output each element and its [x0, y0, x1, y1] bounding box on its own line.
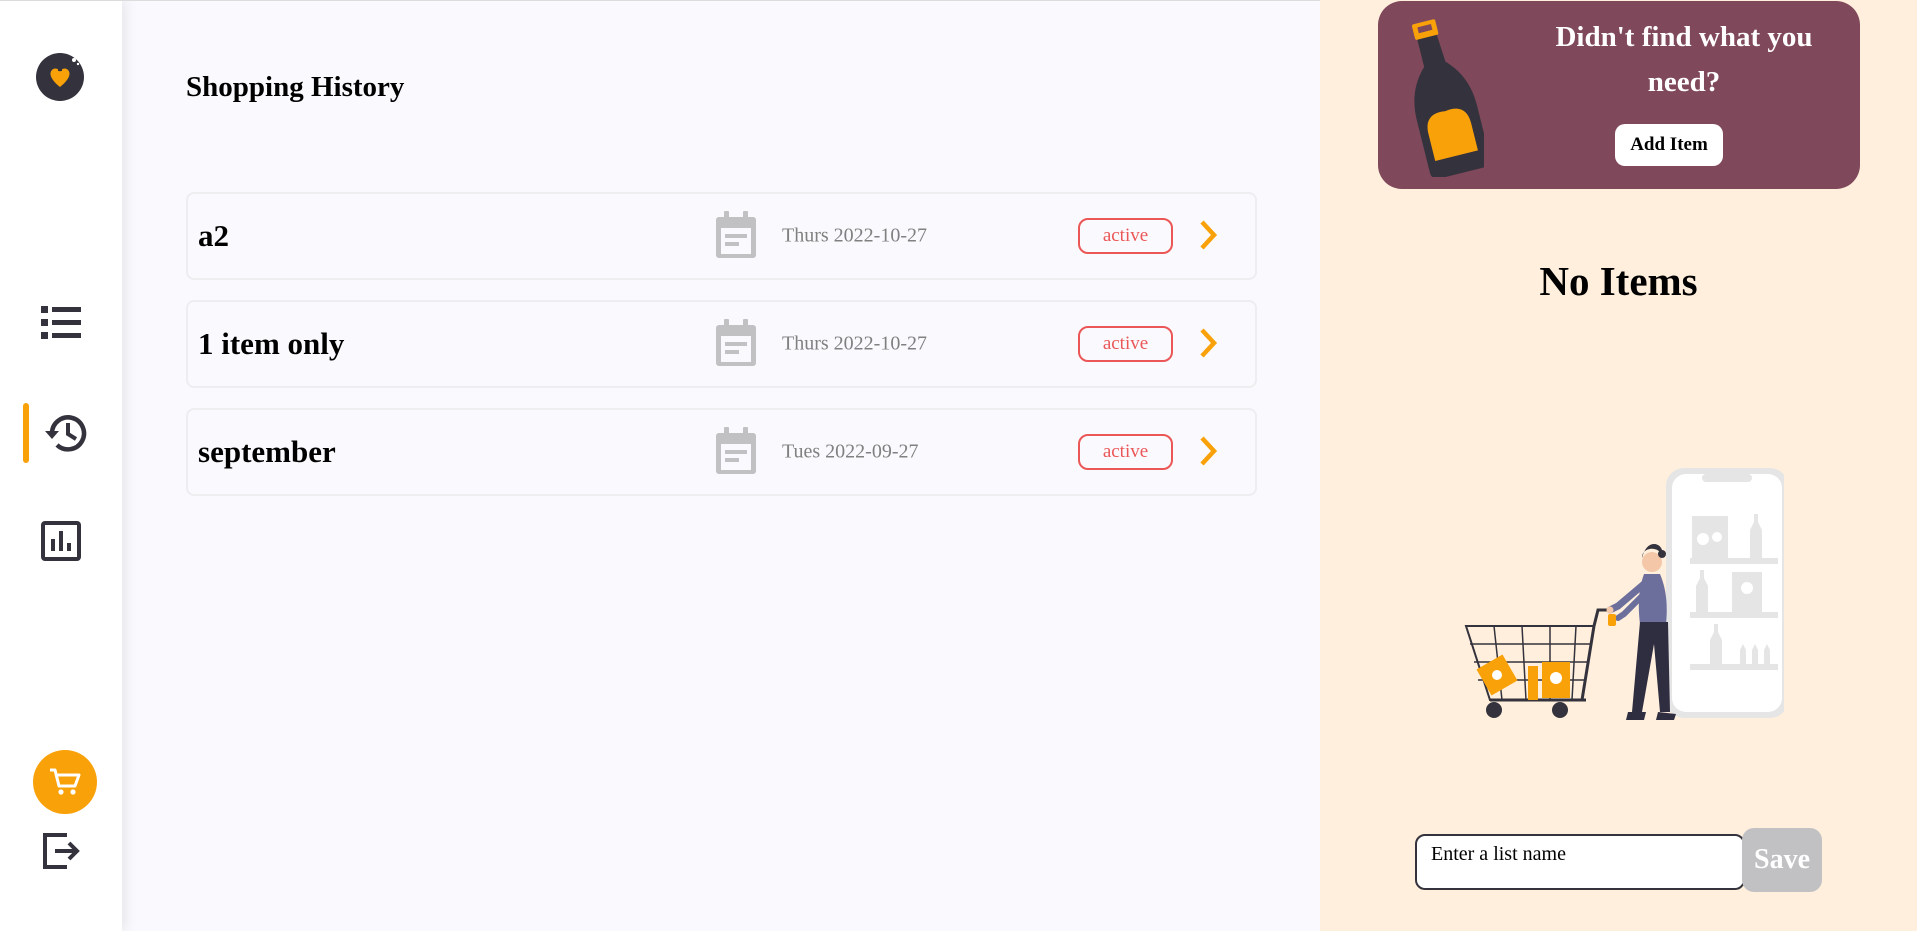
calendar-icon	[714, 426, 758, 481]
history-date: Thurs 2022-10-27	[782, 224, 927, 247]
empty-list-text: No Items	[1539, 258, 1698, 304]
sidebar-item-items[interactable]	[0, 291, 122, 355]
chevron-right-icon[interactable]	[1198, 218, 1218, 257]
history-date: Tues 2022-09-27	[782, 440, 919, 463]
add-item-button[interactable]: Add Item	[1615, 124, 1723, 166]
calendar-icon	[714, 318, 758, 373]
save-button[interactable]: Save	[1742, 828, 1822, 892]
sidebar-item-statistics[interactable]	[0, 509, 122, 573]
history-row[interactable]: september Tues 2022-09-27 active	[186, 408, 1257, 496]
history-row[interactable]: a2 Thurs 2022-10-27 active	[186, 192, 1257, 280]
banner-text: Didn't find what you need?	[1555, 21, 1813, 98]
main-content: Shopping History a2 Thurs 2022-10-27 act…	[122, 0, 1320, 931]
bar-chart-icon	[41, 521, 81, 561]
logout-icon	[43, 833, 80, 869]
history-icon	[45, 415, 87, 452]
logout-button[interactable]	[37, 827, 85, 875]
status-badge: active	[1078, 326, 1173, 362]
history-name: 1 item only	[198, 326, 345, 361]
heart-bottle-logo-icon[interactable]	[36, 53, 84, 101]
list-icon	[41, 306, 81, 339]
page-title: Shopping History	[186, 71, 405, 103]
chevron-right-icon[interactable]	[1198, 326, 1218, 365]
list-name-input[interactable]	[1415, 834, 1745, 890]
history-name: september	[198, 434, 336, 469]
cart-button[interactable]	[33, 750, 97, 814]
status-badge: active	[1078, 218, 1173, 254]
save-list-form: Save	[1415, 828, 1825, 892]
add-item-banner: Didn't find what you need? Add Item	[1378, 1, 1860, 189]
sidebar-item-history[interactable]	[0, 401, 122, 465]
sidebar	[0, 0, 122, 931]
calendar-icon	[714, 210, 758, 265]
history-row[interactable]: 1 item only Thurs 2022-10-27 active	[186, 300, 1257, 388]
shopping-list-panel: Didn't find what you need? Add Item No I…	[1320, 0, 1917, 931]
status-badge: active	[1078, 434, 1173, 470]
bottle-illustration-icon	[1404, 17, 1491, 182]
history-name: a2	[198, 218, 229, 253]
history-date: Thurs 2022-10-27	[782, 332, 927, 355]
cart-icon	[50, 768, 81, 795]
shopping-cart-illustration-icon	[1464, 464, 1788, 731]
chevron-right-icon[interactable]	[1198, 434, 1218, 473]
